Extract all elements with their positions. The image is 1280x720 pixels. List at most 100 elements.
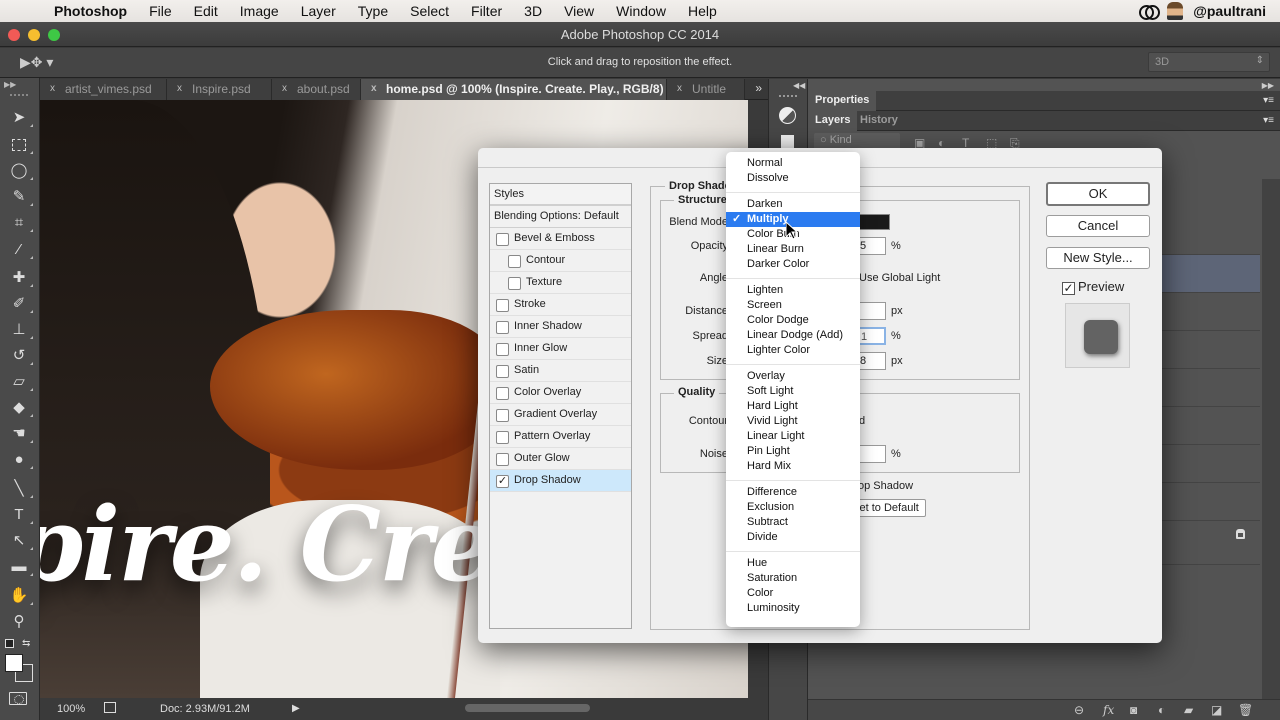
blend-mode-option-subtract[interactable]: Subtract bbox=[726, 515, 860, 530]
rectangle-tool-icon[interactable]: ▬ bbox=[8, 557, 33, 577]
noise-input[interactable] bbox=[856, 445, 886, 463]
new-layer-icon[interactable]: ◪ bbox=[1211, 703, 1222, 717]
move-tool-icon[interactable]: ➤ bbox=[8, 108, 33, 128]
close-tab-icon[interactable]: x bbox=[677, 83, 682, 94]
menu-edit[interactable]: Edit bbox=[194, 3, 218, 19]
style-bevel-emboss[interactable]: Bevel & Emboss bbox=[490, 228, 631, 250]
tab-overflow-icon[interactable]: » bbox=[755, 81, 762, 95]
quick-mask-icon[interactable] bbox=[9, 692, 27, 705]
style-inner-shadow[interactable]: Inner Shadow bbox=[490, 316, 631, 338]
swap-colors-icon[interactable]: ⇆ bbox=[22, 638, 30, 649]
panel-menu-icon[interactable]: ▾≡ bbox=[1263, 95, 1274, 106]
blend-mode-option-color[interactable]: Color bbox=[726, 586, 860, 601]
distance-input[interactable] bbox=[856, 302, 886, 320]
style-contour[interactable]: Contour bbox=[490, 250, 631, 272]
dodge-tool-icon[interactable]: ● bbox=[8, 450, 33, 470]
tab-home-active[interactable]: x home.psd @ 100% (Inspire. Create. Play.… bbox=[361, 79, 672, 100]
menu-help[interactable]: Help bbox=[688, 3, 717, 19]
menu-image[interactable]: Image bbox=[240, 3, 279, 19]
zoom-level[interactable]: 100% bbox=[57, 703, 85, 715]
menu-3d[interactable]: 3D bbox=[524, 3, 542, 19]
menu-view[interactable]: View bbox=[564, 3, 594, 19]
marquee-tool-icon[interactable] bbox=[8, 135, 33, 155]
blend-mode-option-exclusion[interactable]: Exclusion bbox=[726, 500, 860, 515]
style-color-overlay[interactable]: Color Overlay bbox=[490, 382, 631, 404]
ok-button[interactable]: OK bbox=[1046, 182, 1150, 206]
paint-bucket-tool-icon[interactable]: ◆ bbox=[8, 398, 33, 418]
blend-mode-option-saturation[interactable]: Saturation bbox=[726, 571, 860, 586]
checkbox[interactable] bbox=[496, 343, 509, 356]
brush-tool-icon[interactable]: ✐ bbox=[8, 294, 33, 314]
checkbox[interactable] bbox=[496, 299, 509, 312]
crop-tool-icon[interactable]: ⌗ bbox=[8, 213, 33, 233]
style-stroke[interactable]: Stroke bbox=[490, 294, 631, 316]
tab-inspire[interactable]: x Inspire.psd bbox=[167, 79, 272, 100]
checkbox[interactable] bbox=[496, 431, 509, 444]
user-name[interactable]: @paultrani bbox=[1193, 3, 1266, 19]
user-avatar[interactable] bbox=[1167, 2, 1184, 20]
creative-cloud-icon[interactable] bbox=[1139, 4, 1161, 20]
quick-selection-tool-icon[interactable]: ✎ bbox=[8, 187, 33, 207]
blend-mode-option-normal[interactable]: Normal bbox=[726, 156, 860, 171]
style-gradient-overlay[interactable]: Gradient Overlay bbox=[490, 404, 631, 426]
checkbox[interactable] bbox=[496, 409, 509, 422]
blend-mode-option-hard-light[interactable]: Hard Light bbox=[726, 399, 860, 414]
foreground-color-swatch[interactable] bbox=[5, 654, 23, 672]
close-tab-icon[interactable]: x bbox=[371, 83, 377, 94]
styles-header[interactable]: Styles bbox=[490, 184, 631, 206]
blend-mode-option-luminosity[interactable]: Luminosity bbox=[726, 601, 860, 616]
default-colors-icon[interactable] bbox=[5, 639, 14, 648]
new-style-button[interactable]: New Style... bbox=[1046, 247, 1150, 269]
blend-mode-option-color-dodge[interactable]: Color Dodge bbox=[726, 313, 860, 328]
path-selection-tool-icon[interactable]: ↖ bbox=[8, 531, 33, 551]
menu-type[interactable]: Type bbox=[358, 3, 388, 19]
delete-layer-icon[interactable]: 🗑 bbox=[1238, 703, 1253, 717]
type-tool-icon[interactable]: T bbox=[8, 505, 33, 525]
close-tab-icon[interactable]: x bbox=[177, 83, 182, 94]
add-mask-icon[interactable]: ◙ bbox=[1130, 703, 1137, 717]
menu-layer[interactable]: Layer bbox=[301, 3, 336, 19]
shadow-color-swatch[interactable] bbox=[858, 214, 890, 230]
status-menu-arrow-icon[interactable]: ▶ bbox=[292, 703, 300, 714]
close-tab-icon[interactable]: x bbox=[282, 83, 287, 94]
tab-untitled[interactable]: x Untitle bbox=[667, 79, 745, 100]
blend-mode-option-difference[interactable]: Difference bbox=[726, 485, 860, 500]
checkbox[interactable] bbox=[508, 277, 521, 290]
tab-history[interactable]: History bbox=[853, 111, 905, 131]
checkbox[interactable] bbox=[496, 365, 509, 378]
collapse-dock-icon[interactable]: ◀◀ bbox=[793, 81, 805, 90]
blend-mode-option-darker-color[interactable]: Darker Color bbox=[726, 257, 860, 272]
style-inner-glow[interactable]: Inner Glow bbox=[490, 338, 631, 360]
style-pattern-overlay[interactable]: Pattern Overlay bbox=[490, 426, 631, 448]
checkbox[interactable] bbox=[496, 387, 509, 400]
checkbox[interactable] bbox=[496, 321, 509, 334]
checkbox[interactable] bbox=[496, 453, 509, 466]
styles-panel-icon[interactable] bbox=[781, 135, 794, 148]
menu-filter[interactable]: Filter bbox=[471, 3, 502, 19]
expand-tools-icon[interactable]: ▶▶ bbox=[4, 80, 16, 89]
workspace-select[interactable]: 3D ⇕ bbox=[1148, 52, 1270, 72]
clone-stamp-tool-icon[interactable]: ⊥ bbox=[8, 320, 33, 340]
blend-mode-option-hard-mix[interactable]: Hard Mix bbox=[726, 459, 860, 474]
blend-mode-option-vivid-light[interactable]: Vivid Light bbox=[726, 414, 860, 429]
tab-about[interactable]: x about.psd bbox=[272, 79, 361, 100]
pen-tool-icon[interactable]: ╲ bbox=[8, 479, 33, 499]
link-layers-icon[interactable]: ⊖ bbox=[1074, 703, 1084, 717]
layer-knocks-out-checkbox[interactable]: op Shadow bbox=[858, 480, 913, 492]
preview-checkbox[interactable]: ✓ Preview bbox=[1062, 279, 1124, 295]
eyedropper-tool-icon[interactable]: ⁄ bbox=[8, 240, 33, 260]
menu-photoshop[interactable]: Photoshop bbox=[54, 3, 127, 19]
blend-mode-option-linear-burn[interactable]: Linear Burn bbox=[726, 242, 860, 257]
blend-mode-option-screen[interactable]: Screen bbox=[726, 298, 860, 313]
blending-options-item[interactable]: Blending Options: Default bbox=[490, 206, 631, 228]
blend-mode-option-lighten[interactable]: Lighten bbox=[726, 283, 860, 298]
tab-artist-vimes[interactable]: x artist_vimes.psd bbox=[40, 79, 167, 100]
smudge-tool-icon[interactable]: ☚ bbox=[8, 424, 33, 444]
blend-mode-option-dissolve[interactable]: Dissolve bbox=[726, 171, 860, 186]
style-satin[interactable]: Satin bbox=[490, 360, 631, 382]
size-input[interactable]: 8 bbox=[856, 352, 886, 370]
lasso-tool-icon[interactable]: ◯ bbox=[8, 161, 33, 181]
checkbox-checked[interactable]: ✓ bbox=[496, 475, 509, 488]
blend-mode-option-lighter-color[interactable]: Lighter Color bbox=[726, 343, 860, 358]
menu-window[interactable]: Window bbox=[616, 3, 666, 19]
